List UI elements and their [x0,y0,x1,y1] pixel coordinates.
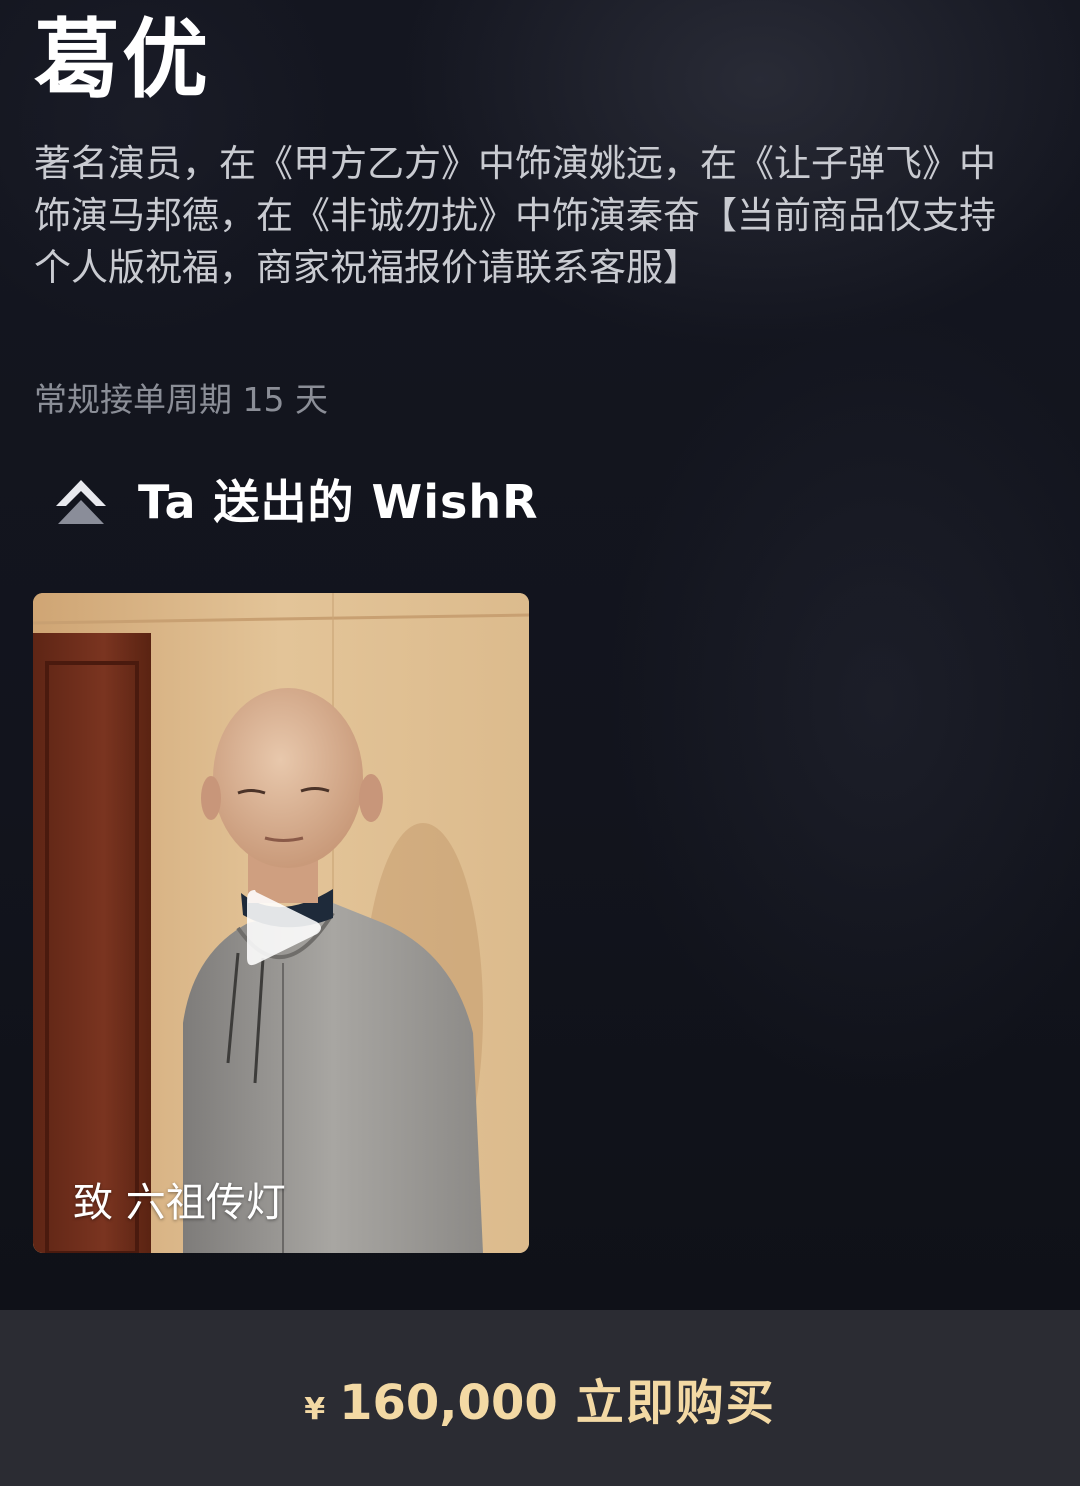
buy-now-label: 立即购买 [575,1375,776,1431]
buy-now-button[interactable]: ¥ 160,000 立即购买 [0,1310,1080,1486]
wish-video-card[interactable]: 致 六祖传灯 [33,593,529,1253]
video-caption: 致 六祖传灯 [73,1180,286,1226]
currency-symbol: ¥ [304,1392,326,1427]
buy-now-content: ¥ 160,000 立即购买 [304,1363,776,1433]
order-period-text: 常规接单周期 15 天 [34,380,328,419]
wishr-logo-icon [56,480,106,524]
play-icon[interactable] [231,878,331,978]
celebrity-name: 葛优 [34,10,210,110]
price-value: 160,000 [339,1375,558,1431]
wishes-section-header: Ta 送出的 WishR [50,470,539,534]
wishes-section-title: Ta 送出的 WishR [138,475,539,529]
celebrity-description: 著名演员，在《甲方乙方》中饰演姚远，在《让子弹飞》中饰演马邦德，在《非诚勿扰》中… [34,142,996,289]
